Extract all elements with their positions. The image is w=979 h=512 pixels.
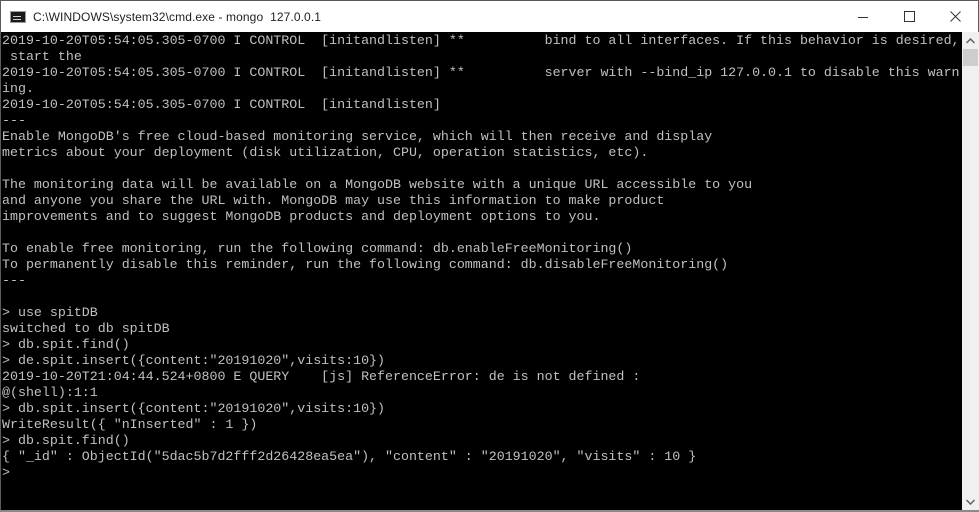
console-line: > use spitDB — [2, 305, 98, 320]
console-line: > db.spit.insert({content:"20191020",vis… — [2, 401, 386, 416]
console-line: To permanently disable this reminder, ru… — [2, 257, 729, 272]
console-line: ing. — [2, 81, 34, 96]
console-line: start the — [2, 49, 82, 64]
minimize-button[interactable] — [840, 1, 886, 32]
console-line: > — [2, 465, 10, 480]
console-line: The monitoring data will be available on… — [2, 177, 753, 192]
title-bar[interactable]: C:\WINDOWS\system32\cmd.exe - mongo 127.… — [1, 1, 978, 32]
console-line: 2019-10-20T05:54:05.305-0700 I CONTROL [… — [2, 97, 441, 112]
console-line: WriteResult({ "nInserted" : 1 }) — [2, 417, 258, 432]
scroll-down-button[interactable] — [962, 493, 979, 510]
console-line: switched to db spitDB — [2, 321, 170, 336]
vertical-scrollbar[interactable] — [962, 32, 979, 510]
console-line: --- — [2, 273, 26, 288]
console-line: and anyone you share the URL with. Mongo… — [2, 193, 665, 208]
console-line: metrics about your deployment (disk util… — [2, 145, 649, 160]
console-text: 2019-10-20T05:54:05.305-0700 I CONTROL [… — [1, 32, 962, 481]
console-line: > de.spit.insert({content:"20191020",vis… — [2, 353, 386, 368]
scroll-thumb[interactable] — [963, 49, 978, 66]
console-line: 2019-10-20T21:04:44.524+0800 E QUERY [js… — [2, 369, 641, 384]
cmd-window: C:\WINDOWS\system32\cmd.exe - mongo 127.… — [0, 0, 979, 510]
close-button[interactable] — [932, 1, 978, 32]
window-controls — [840, 1, 978, 32]
console-output[interactable]: 2019-10-20T05:54:05.305-0700 I CONTROL [… — [1, 32, 962, 510]
console-line: > db.spit.find() — [2, 433, 130, 448]
console-line: 2019-10-20T05:54:05.305-0700 I CONTROL [… — [2, 65, 960, 80]
console-line: { "_id" : ObjectId("5dac5b7d2fff2d26428e… — [2, 449, 697, 464]
close-icon — [949, 11, 961, 22]
console-line: @(shell):1:1 — [2, 385, 98, 400]
chevron-up-icon — [966, 37, 975, 44]
window-title: C:\WINDOWS\system32\cmd.exe - mongo 127.… — [33, 9, 322, 24]
scroll-up-button[interactable] — [962, 32, 979, 49]
console-line: improvements and to suggest MongoDB prod… — [2, 209, 601, 224]
console-line: --- — [2, 113, 26, 128]
maximize-button[interactable] — [886, 1, 932, 32]
minimize-icon — [858, 16, 868, 18]
console-line: To enable free monitoring, run the follo… — [2, 241, 633, 256]
cmd-icon — [10, 10, 26, 23]
console-line: Enable MongoDB's free cloud-based monito… — [2, 129, 713, 144]
chevron-down-icon — [966, 498, 975, 505]
console-line: 2019-10-20T05:54:05.305-0700 I CONTROL [… — [2, 33, 960, 48]
maximize-icon — [903, 11, 915, 22]
console-line: > db.spit.find() — [2, 337, 130, 352]
